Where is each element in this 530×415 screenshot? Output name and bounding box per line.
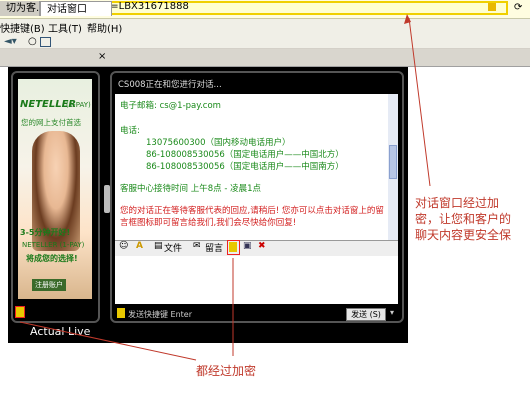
right-annotation-3: 聊天内容更安全保	[415, 228, 512, 242]
bottom-annotation: 都经过加密	[196, 364, 257, 378]
right-annotation-1: 对话窗口经过加	[415, 196, 500, 210]
right-annotation-2: 密，让您和客户的	[415, 212, 512, 226]
